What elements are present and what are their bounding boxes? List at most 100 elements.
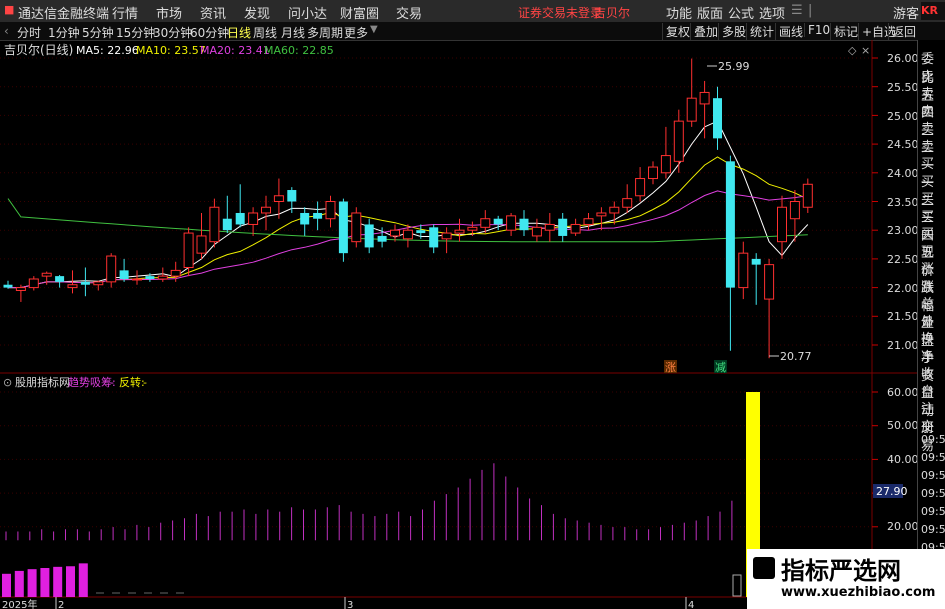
ma-line <box>8 156 809 289</box>
small-box <box>732 574 742 597</box>
period-30min[interactable]: 30分钟 <box>153 24 192 41</box>
signal-block <box>40 568 50 597</box>
candle-body <box>416 230 426 234</box>
ytick-sub: 40.00 <box>887 453 917 466</box>
watermark-title: 指标严选网 <box>781 557 901 585</box>
event-marker-jian[interactable]: 减 <box>715 361 726 374</box>
user-guest[interactable]: 游客 <box>893 3 919 22</box>
event-marker-zhang[interactable]: 涨 <box>665 361 676 374</box>
candle-body <box>15 287 26 291</box>
menu-banmian[interactable]: 版面 <box>697 3 723 22</box>
menu-hangqing[interactable]: 行情 <box>112 3 138 22</box>
market-badge: KR <box>921 2 945 20</box>
ma60-label: MA60: 22.85 <box>264 44 334 57</box>
period-60min[interactable]: 60分钟 <box>190 24 229 41</box>
candle-body <box>596 212 607 217</box>
candle-body <box>777 206 787 243</box>
sub-line2-value: - <box>143 376 147 389</box>
signal-block <box>78 563 88 597</box>
candle-body <box>235 212 245 225</box>
period-weekly[interactable]: 周线 <box>253 24 277 41</box>
login-notice[interactable]: 证券交易未登录 <box>518 4 602 21</box>
menu-jiaoyi[interactable]: 交易 <box>396 3 422 22</box>
candle-body <box>648 166 658 180</box>
ma20-label: MA20: 23.41 <box>200 44 270 57</box>
main-yaxis: 26.00 25.50 25.00 24.50 24.00 23.50 23.0… <box>887 52 917 352</box>
sub-line2-label: 反转: <box>119 375 145 389</box>
candle-body <box>28 278 39 289</box>
app-logo-icon: ■ <box>4 3 15 16</box>
candle-body <box>764 264 775 300</box>
candle-body <box>183 232 194 269</box>
period-daily[interactable]: 日线 <box>227 24 251 41</box>
menu-zixun[interactable]: 资讯 <box>200 3 226 22</box>
candle-body <box>583 218 594 225</box>
chart-settings-icon[interactable]: ◇ <box>848 44 857 57</box>
window-menu-icon[interactable]: ☰ <box>791 3 803 18</box>
ytick-main: 24.50 <box>887 138 917 151</box>
signal-block <box>66 566 75 597</box>
candle-body <box>196 235 207 254</box>
menu-caifuquan[interactable]: 财富圈 <box>340 3 379 22</box>
candle-body <box>364 224 374 248</box>
menu-faxian[interactable]: 发现 <box>244 3 270 22</box>
menu-gongshi[interactable]: 公式 <box>728 3 754 22</box>
sidebar-time: 09:53 <box>921 487 945 500</box>
btn-huaxian[interactable]: 画线 <box>775 23 806 40</box>
candle-body <box>351 212 362 243</box>
btn-fanhui[interactable]: 返回 <box>888 23 919 40</box>
sidebar-time: 09:53 <box>921 523 945 536</box>
candle-body <box>377 235 387 242</box>
more-chevron-icon[interactable]: ▼ <box>370 24 378 35</box>
toolbar-toggle-icon[interactable]: ‹ <box>4 24 9 38</box>
period-multi[interactable]: 多周期 <box>307 24 343 41</box>
btn-biaoji[interactable]: 标记 <box>830 23 861 40</box>
candle-body <box>80 281 90 285</box>
period-fenshi[interactable]: 分时 <box>17 24 41 41</box>
period-5min[interactable]: 5分钟 <box>82 24 114 41</box>
sidebar-time: 09:53 <box>921 469 945 482</box>
top-menu-bar: ■ 通达信金融终端 行情 市场 资讯 发现 问小达 财富圈 交易 证券交易未登录… <box>0 0 945 23</box>
candle-body <box>699 91 710 105</box>
candles <box>3 58 813 359</box>
ma5-label: MA5: 22.96 <box>76 44 139 57</box>
menu-wenxiaoda[interactable]: 问小达 <box>288 3 327 22</box>
candle-body <box>93 281 104 286</box>
candle-body <box>802 183 813 208</box>
ytick-main: 22.00 <box>887 282 917 295</box>
candle-body <box>544 223 555 231</box>
btn-duogu[interactable]: 多股 <box>718 23 749 40</box>
menu-xuanxiang[interactable]: 选项 <box>759 3 785 22</box>
xtick-feb: 2 <box>58 600 64 609</box>
candle-body <box>609 206 620 214</box>
period-15min[interactable]: 15分钟 <box>116 24 155 41</box>
ytick-main: 21.00 <box>887 339 917 352</box>
menu-shichang[interactable]: 市场 <box>156 3 182 22</box>
period-more[interactable]: 更多 <box>344 24 368 41</box>
period-1min[interactable]: 1分钟 <box>48 24 80 41</box>
candle-body <box>441 232 452 240</box>
ytick-sub: 20.00 <box>887 520 917 533</box>
kline-chart[interactable]: 吉贝尔(日线) MA5: 22.96 MA10: 23.57 MA20: 23.… <box>0 40 917 609</box>
candle-body <box>467 226 478 231</box>
menu-gongneng[interactable]: 功能 <box>666 3 692 22</box>
ytick-main: 24.00 <box>887 167 917 180</box>
chart-close-icon[interactable]: × <box>861 44 870 57</box>
candle-body <box>313 212 323 219</box>
sub-chart-icon[interactable]: ⊙ <box>3 376 12 389</box>
btn-diejia[interactable]: 叠加 <box>690 23 721 40</box>
xtick-apr: 4 <box>688 600 694 609</box>
btn-f10[interactable]: F10 <box>804 23 833 37</box>
ytick-main: 25.50 <box>887 81 917 94</box>
candle-body <box>106 255 117 283</box>
btn-fuquan[interactable]: 复权 <box>662 23 693 40</box>
candle-body <box>725 161 735 288</box>
btn-tongji[interactable]: 统计 <box>746 23 777 40</box>
xtick-2025: 2025年 <box>2 598 37 609</box>
sub-line1-label: 趋势吸筹: <box>68 375 116 389</box>
main-grid <box>0 57 878 346</box>
xtick-mar: 3 <box>347 600 353 609</box>
ytick-main: 21.50 <box>887 310 917 323</box>
candle-body <box>738 252 749 289</box>
period-monthly[interactable]: 月线 <box>281 24 305 41</box>
